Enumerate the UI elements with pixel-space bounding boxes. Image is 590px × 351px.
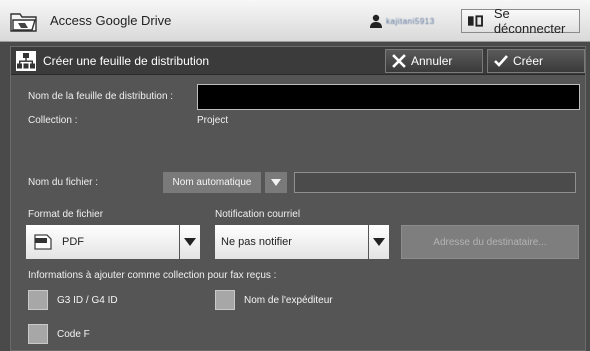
user-icon	[370, 14, 382, 28]
cancel-label: Annuler	[411, 54, 453, 68]
file-format-field: PDF	[26, 225, 179, 259]
logout-icon	[468, 15, 483, 27]
sheet-name-input[interactable]	[197, 84, 580, 110]
fax-info-label: Informations à ajouter comme collection …	[28, 270, 277, 281]
create-label: Créer	[513, 54, 544, 68]
file-format-label: Format de fichier	[28, 209, 104, 220]
checkbox-g3-g4-id[interactable]: G3 ID / G4 ID	[28, 290, 118, 310]
user-name: kajitani5913	[386, 16, 435, 26]
checkbox-label: G3 ID / G4 ID	[57, 294, 118, 306]
checkbox[interactable]	[215, 290, 235, 310]
notification-field: Ne pas notifier	[215, 225, 368, 259]
file-format-value: PDF	[62, 236, 84, 248]
chevron-down-icon	[369, 225, 389, 259]
sheet-name-label: Nom de la feuille de distribution :	[28, 91, 174, 102]
checkbox-label: Code F	[57, 328, 90, 340]
recipient-address-label: Adresse du destinataire...	[433, 236, 547, 248]
recipient-address-button[interactable]: Adresse du destinataire...	[401, 225, 579, 259]
title-bar: Access Google Drive kajitani5913 Se déco…	[0, 0, 590, 42]
dialog-title: Créer une feuille de distribution	[43, 54, 210, 68]
checkbox-sender-name[interactable]: Nom de l'expéditeur	[215, 290, 333, 310]
create-button[interactable]: Créer	[487, 49, 585, 73]
collection-value: Project	[197, 115, 229, 126]
notification-dropdown[interactable]: Ne pas notifier	[215, 225, 389, 259]
file-format-dropdown[interactable]: PDF	[26, 225, 200, 259]
chevron-down-icon	[180, 225, 200, 259]
distribution-sheet-icon	[16, 51, 36, 71]
dialog-header: Créer une feuille de distribution Annule…	[11, 47, 585, 75]
collection-label: Collection :	[28, 115, 78, 126]
logout-button[interactable]: Se déconnecter	[461, 6, 580, 36]
screen: Access Google Drive kajitani5913 Se déco…	[0, 0, 590, 351]
drive-folder-icon	[10, 13, 37, 32]
checkbox-code-f[interactable]: Code F	[28, 324, 90, 344]
cancel-button[interactable]: Annuler	[385, 49, 483, 73]
checkmark-icon	[494, 55, 508, 67]
file-name-mode-value: Nom automatique	[163, 172, 261, 193]
checkbox[interactable]	[28, 290, 48, 310]
pdf-file-icon	[34, 234, 52, 250]
file-name-mode-select[interactable]: Nom automatique	[163, 172, 289, 193]
file-name-input[interactable]	[294, 172, 576, 193]
create-distribution-sheet-dialog: Créer une feuille de distribution Annule…	[10, 46, 586, 351]
user-area: kajitani5913	[370, 10, 435, 32]
checkbox-label: Nom de l'expéditeur	[244, 294, 333, 306]
logout-label: Se déconnecter	[493, 6, 566, 36]
close-icon	[392, 54, 406, 68]
notification-label: Notification courriel	[215, 209, 301, 220]
file-name-label: Nom du fichier :	[28, 177, 99, 188]
notification-value: Ne pas notifier	[221, 236, 292, 248]
checkbox[interactable]	[28, 324, 48, 344]
app-title: Access Google Drive	[50, 13, 172, 28]
chevron-down-icon	[265, 172, 287, 193]
